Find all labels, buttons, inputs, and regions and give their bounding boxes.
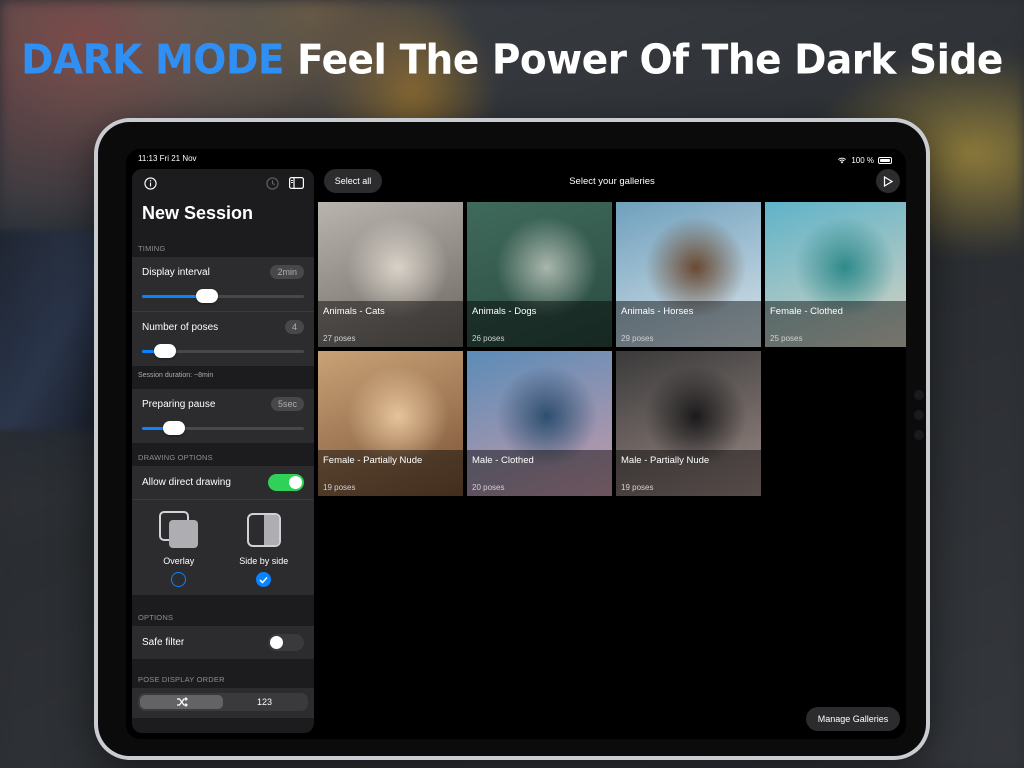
gallery-name: Female - Clothed xyxy=(770,306,843,317)
gallery-name: Animals - Cats xyxy=(323,306,385,317)
pose-order-segmented-control: 123 xyxy=(138,693,308,711)
status-bar: 11:13 Fri 21 Nov 100 % xyxy=(138,154,892,166)
gallery-pose-count: 19 poses xyxy=(323,483,356,492)
allow-direct-drawing-row: Allow direct drawing xyxy=(132,466,314,499)
device-side-buttons xyxy=(914,390,924,450)
ipad-device: 11:13 Fri 21 Nov 100 % New Session TIMIN… xyxy=(94,118,930,760)
gallery-tile[interactable]: Male - Partially Nude 19 poses xyxy=(616,351,761,496)
play-icon xyxy=(883,175,893,187)
status-time: 11:13 Fri 21 Nov xyxy=(138,154,197,163)
gallery-pose-count: 29 poses xyxy=(621,334,654,343)
background-laptop xyxy=(0,230,100,430)
side-by-side-label: Side by side xyxy=(239,556,289,566)
gallery-tile[interactable]: Female - Partially Nude 19 poses xyxy=(318,351,463,496)
app-screen: 11:13 Fri 21 Nov 100 % New Session TIMIN… xyxy=(126,149,906,739)
gallery-tile[interactable]: Male - Clothed 20 poses xyxy=(467,351,612,496)
gallery-pose-count: 20 poses xyxy=(472,483,505,492)
gallery-pose-count: 26 poses xyxy=(472,334,505,343)
ipad-bezel: 11:13 Fri 21 Nov 100 % New Session TIMIN… xyxy=(98,122,926,756)
session-duration-note: Session duration: ~8min xyxy=(132,366,314,389)
number-of-poses-label: Number of poses xyxy=(142,321,219,333)
slider-thumb[interactable] xyxy=(154,344,176,358)
safe-filter-row: Safe filter xyxy=(132,626,314,659)
overlay-mode-icon xyxy=(158,511,198,548)
main-toolbar: Select all Select your galleries xyxy=(318,169,906,195)
battery-percent: 100 % xyxy=(851,155,874,165)
allow-direct-drawing-toggle[interactable] xyxy=(268,474,304,491)
timing-section-label: TIMING xyxy=(132,240,314,257)
preparing-pause-slider[interactable] xyxy=(142,421,304,435)
display-interval-label: Display interval xyxy=(142,266,210,278)
gallery-tile[interactable]: Animals - Horses 29 poses xyxy=(616,202,761,347)
preparing-pause-row: Preparing pause 5sec xyxy=(132,389,314,443)
sidebar-title: New Session xyxy=(142,203,254,223)
sequential-segment[interactable]: 123 xyxy=(223,695,306,709)
safe-filter-label: Safe filter xyxy=(142,637,185,648)
gallery-grid: Animals - Cats 27 poses Animals - Dogs 26 p… xyxy=(318,202,906,496)
side-by-side-radio[interactable] xyxy=(256,572,272,587)
gallery-name: Male - Clothed xyxy=(472,455,534,466)
battery-icon xyxy=(878,156,892,164)
gallery-pose-count: 27 poses xyxy=(323,334,356,343)
headline-text: Feel The Power Of The Dark Side xyxy=(297,36,1003,85)
gallery-tile[interactable]: Animals - Cats 27 poses xyxy=(318,202,463,347)
drawing-options-group: Allow direct drawing Overlay Side by sid… xyxy=(132,466,314,595)
number-of-poses-row: Number of poses 4 xyxy=(132,311,314,366)
headline-accent: DARK MODE xyxy=(21,36,284,85)
pose-order-group: 123 xyxy=(132,688,314,718)
slider-thumb[interactable] xyxy=(196,289,218,303)
overlay-option[interactable]: Overlay xyxy=(158,510,200,587)
drawing-options-section-label: DRAWING OPTIONS xyxy=(132,443,314,466)
number-of-poses-slider[interactable] xyxy=(142,344,304,358)
safe-filter-toggle[interactable] xyxy=(268,634,304,651)
gallery-tile[interactable]: Female - Clothed 25 poses xyxy=(765,202,906,347)
number-of-poses-value: 4 xyxy=(284,320,304,334)
session-sidebar: New Session TIMING Display interval 2min xyxy=(132,169,314,733)
side-by-side-mode-icon xyxy=(246,513,281,547)
overlay-radio[interactable] xyxy=(171,572,187,587)
shuffle-segment[interactable] xyxy=(140,695,223,709)
slider-thumb[interactable] xyxy=(163,421,185,435)
sidebar-toggle-icon[interactable] xyxy=(288,175,304,191)
gallery-pose-count: 19 poses xyxy=(621,483,654,492)
drawing-mode-options: Overlay Side by side xyxy=(132,500,314,595)
display-interval-row: Display interval 2min xyxy=(132,257,314,311)
overlay-label: Overlay xyxy=(163,556,195,566)
preparing-pause-group: Preparing pause 5sec xyxy=(132,389,314,443)
wifi-icon xyxy=(838,157,847,164)
allow-direct-drawing-label: Allow direct drawing xyxy=(142,477,231,488)
checkmark-icon xyxy=(259,576,268,584)
manage-galleries-button[interactable]: Manage Galleries xyxy=(806,707,900,731)
display-interval-value: 2min xyxy=(270,265,304,279)
gallery-name: Female - Partially Nude xyxy=(323,455,423,466)
history-clock-icon[interactable] xyxy=(264,175,280,191)
info-icon[interactable] xyxy=(142,175,158,191)
page-title: Select your galleries xyxy=(569,176,655,187)
start-session-button[interactable] xyxy=(876,169,900,193)
gallery-name: Animals - Horses xyxy=(621,306,694,317)
preparing-pause-label: Preparing pause xyxy=(142,398,216,410)
shuffle-icon xyxy=(176,697,188,707)
gallery-pose-count: 25 poses xyxy=(770,334,803,343)
options-group: Safe filter xyxy=(132,626,314,659)
side-by-side-option[interactable]: Side by side xyxy=(239,510,288,587)
sidebar-toolbar xyxy=(132,169,314,197)
gallery-name: Male - Partially Nude xyxy=(621,455,710,466)
timing-group: Display interval 2min Number of poses 4 xyxy=(132,257,314,366)
display-interval-slider[interactable] xyxy=(142,289,304,303)
gallery-name: Animals - Dogs xyxy=(472,306,537,317)
options-section-label: OPTIONS xyxy=(132,595,314,626)
headline: DARK MODE Feel The Power Of The Dark Sid… xyxy=(0,37,1024,84)
pose-display-order-label: POSE DISPLAY ORDER xyxy=(132,659,314,688)
gallery-tile[interactable]: Animals - Dogs 26 poses xyxy=(467,202,612,347)
preparing-pause-value: 5sec xyxy=(270,397,304,411)
